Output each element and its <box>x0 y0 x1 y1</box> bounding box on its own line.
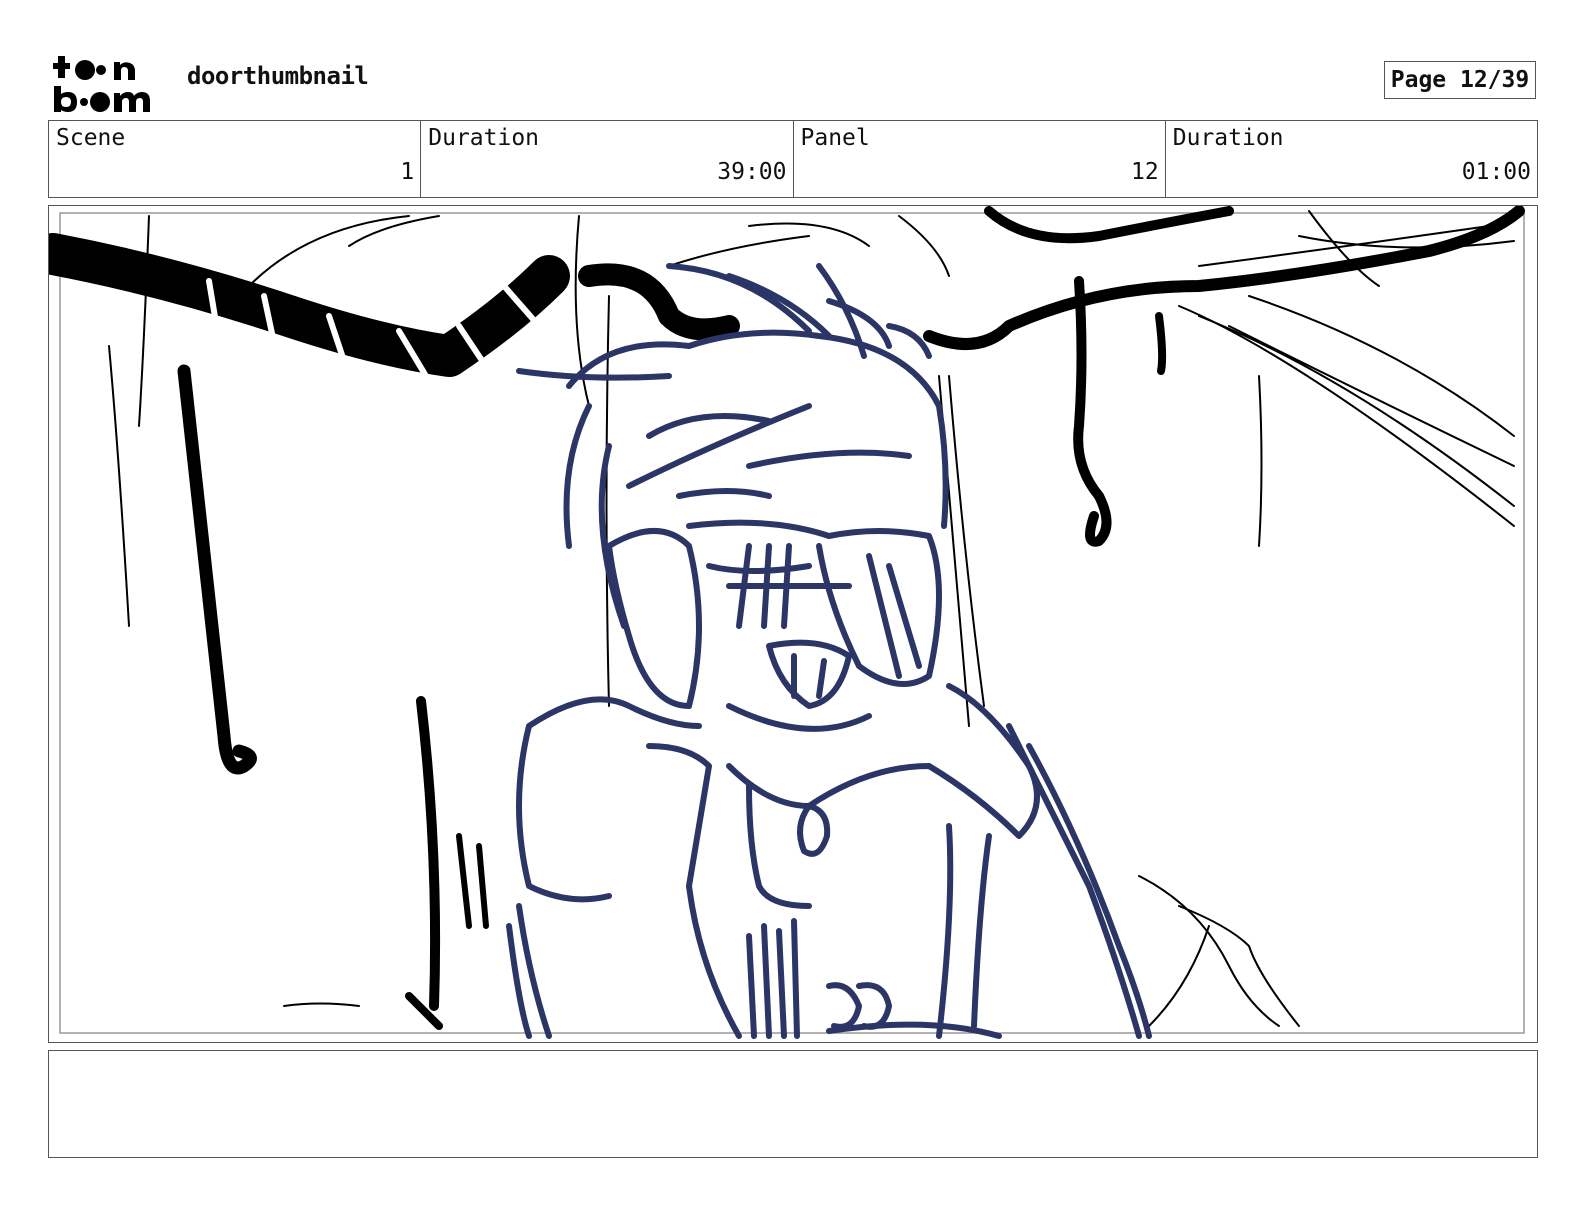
scene-cell: Scene 1 <box>49 121 422 197</box>
storyboard-title: doorthumbnail <box>187 62 369 90</box>
panel-notes-box <box>48 1050 1538 1158</box>
sketch-drawing <box>49 206 1525 1039</box>
panel-duration-value: 01:00 <box>1461 159 1531 185</box>
scene-duration-value: 39:00 <box>717 159 787 185</box>
panel-cell: Panel 12 <box>794 121 1166 197</box>
scene-label: Scene <box>56 125 126 151</box>
scene-value: 1 <box>400 159 415 185</box>
page-indicator: Page 12/39 <box>1384 61 1536 99</box>
panel-info-row: Scene 1 Duration 39:00 Panel 12 Duration… <box>48 120 1538 198</box>
panel-duration-cell: Duration 01:00 <box>1166 121 1537 197</box>
storyboard-panel-image <box>48 205 1538 1043</box>
toon-boom-logo <box>52 54 164 112</box>
panel-label: Panel <box>800 125 870 151</box>
panel-duration-label: Duration <box>1172 125 1284 151</box>
scene-duration-label: Duration <box>428 125 540 151</box>
scene-duration-cell: Duration 39:00 <box>421 121 794 197</box>
panel-value: 12 <box>1131 159 1159 185</box>
